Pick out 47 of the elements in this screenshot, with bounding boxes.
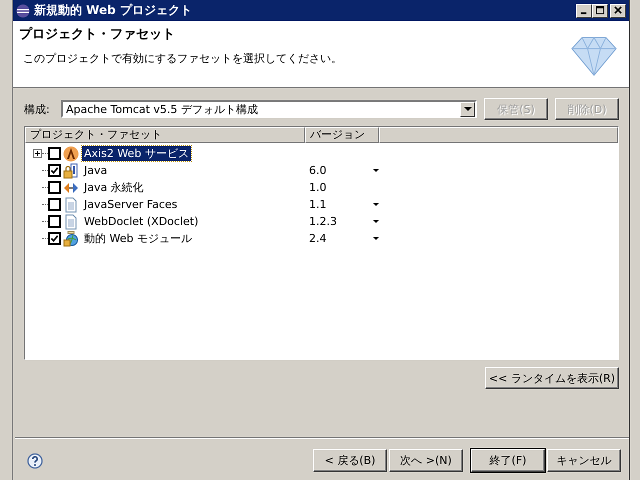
facet-name[interactable]: Java 永続化 <box>82 180 146 195</box>
version-value: 2.4 <box>309 232 326 245</box>
lock-icon <box>63 162 79 178</box>
document-icon <box>63 196 79 212</box>
facet-name[interactable]: Java <box>82 164 110 177</box>
close-icon <box>614 6 622 15</box>
close-button[interactable] <box>610 4 626 18</box>
page-title: プロジェクト・ファセット <box>19 26 176 43</box>
cancel-button[interactable]: キャンセル <box>547 449 621 472</box>
eclipse-icon <box>16 4 30 18</box>
dropdown-arrow-icon[interactable] <box>373 237 379 240</box>
column-header[interactable]: バージョン <box>305 127 379 143</box>
column-header[interactable] <box>379 127 618 143</box>
column-header[interactable]: プロジェクト・ファセット <box>25 127 305 143</box>
configuration-label: 構成: <box>24 102 51 116</box>
minimize-button[interactable] <box>576 4 592 18</box>
facet-name[interactable]: JavaServer Faces <box>82 198 180 211</box>
page-description: このプロジェクトで有効にするファセットを選択してください。 <box>22 51 342 66</box>
globe-jar-icon <box>63 230 79 246</box>
expand-icon[interactable] <box>33 149 42 158</box>
version-value: 1.1 <box>309 198 326 211</box>
checkbox[interactable] <box>48 215 61 228</box>
show-runtimes-button[interactable]: << ランタイムを表示(R) <box>485 367 619 389</box>
maximize-button[interactable] <box>592 4 608 18</box>
facet-name[interactable]: Axis2 Web サービス <box>82 146 191 161</box>
window-title: 新規動的 Web プロジェクト <box>34 2 193 19</box>
checkbox[interactable] <box>48 232 61 245</box>
version-value: 1.2.3 <box>309 215 337 228</box>
version-value: 6.0 <box>309 164 326 177</box>
version-value: 1.0 <box>309 181 326 194</box>
checkbox[interactable] <box>48 147 61 160</box>
facet-name[interactable]: 動的 Web モジュール <box>82 231 194 246</box>
checkbox[interactable] <box>48 164 61 177</box>
document-icon <box>63 214 79 230</box>
help-icon[interactable] <box>27 452 43 468</box>
dropdown-arrow-icon[interactable] <box>373 220 379 223</box>
dropdown-arrow-icon[interactable] <box>373 203 379 206</box>
diamond-icon <box>571 35 617 77</box>
checkbox[interactable] <box>48 181 61 194</box>
configuration-dropdown[interactable]: Apache Tomcat v5.5 デフォルト構成 <box>61 100 477 118</box>
next-button[interactable]: 次へ >(N) <box>389 449 463 472</box>
finish-button[interactable]: 終了(F) <box>471 449 545 472</box>
facet-name[interactable]: WebDoclet (XDoclet) <box>82 215 200 228</box>
back-button[interactable]: < 戻る(B) <box>313 449 387 472</box>
maximize-icon <box>596 6 604 15</box>
dropdown-arrow-icon[interactable] <box>373 169 379 172</box>
checkbox[interactable] <box>48 198 61 211</box>
